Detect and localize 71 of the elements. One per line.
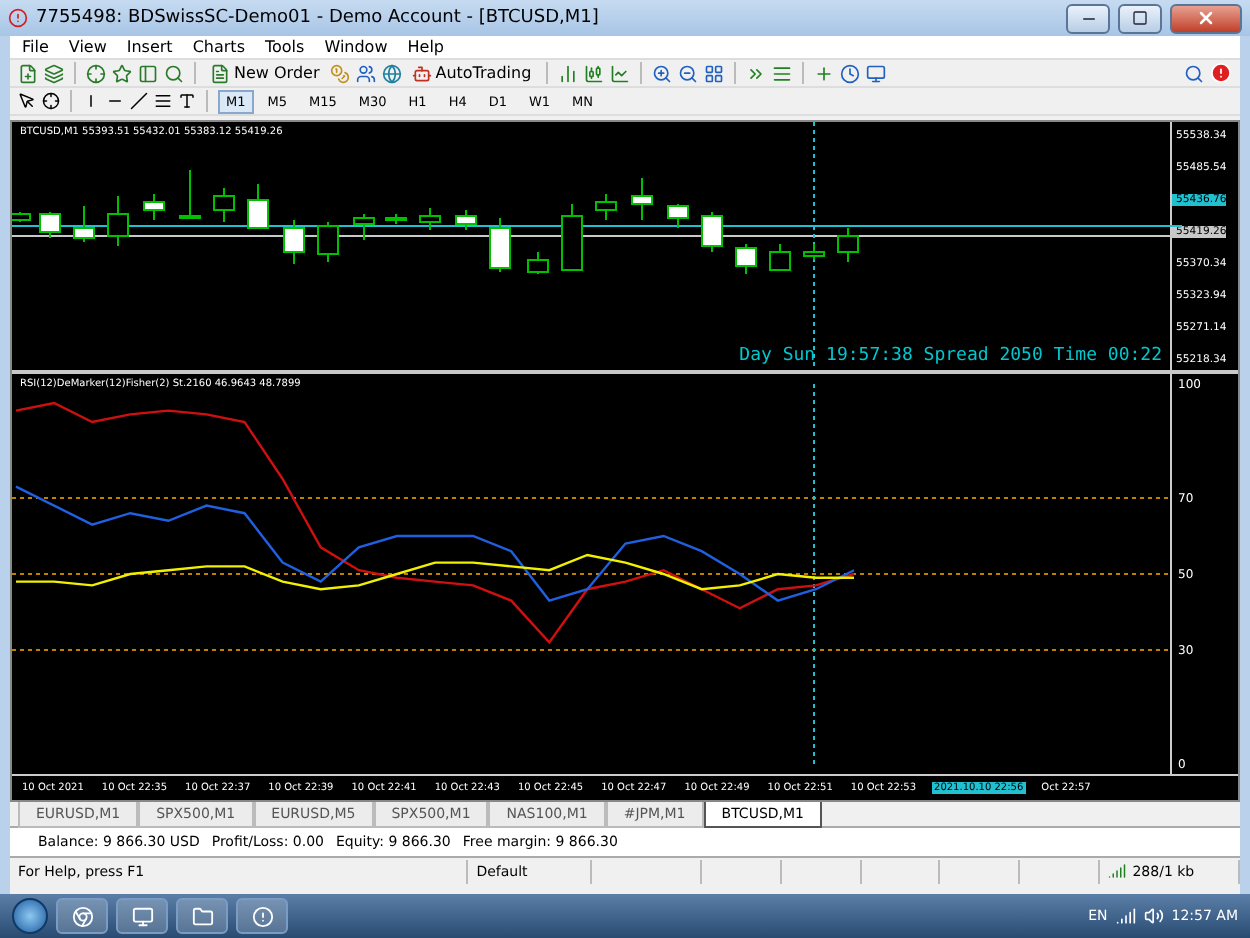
menu-item[interactable]: Insert (126, 38, 173, 56)
line-chart-icon[interactable] (609, 63, 630, 83)
menu-item[interactable]: Help (407, 38, 444, 56)
star-icon[interactable] (112, 63, 132, 83)
text-icon[interactable] (178, 92, 196, 110)
candle (631, 177, 653, 221)
candle (667, 203, 689, 229)
candle (489, 217, 511, 273)
menu-item[interactable]: Charts (192, 38, 245, 56)
search-icon[interactable] (164, 63, 184, 83)
candle (213, 187, 235, 223)
candle (735, 243, 757, 275)
close-icon (1196, 8, 1216, 28)
robot-icon (411, 63, 432, 83)
candle (527, 251, 549, 275)
trend-line-icon[interactable] (130, 92, 148, 110)
candle (317, 221, 339, 263)
menu-item[interactable]: Window (324, 38, 388, 56)
folder-icon (191, 905, 213, 927)
window-title: 7755498: BDSwissSC-Demo01 - Demo Account - [BTCUSD,M1] (36, 8, 601, 28)
candle (283, 219, 305, 265)
taskbar-button[interactable] (176, 898, 228, 934)
menu-item[interactable]: View (68, 38, 107, 56)
candle (73, 205, 95, 243)
minimize-button[interactable] (1066, 3, 1110, 33)
candle (353, 213, 375, 241)
clock-icon[interactable] (839, 63, 860, 83)
speaker-icon[interactable] (1143, 906, 1164, 926)
maximize-button[interactable] (1118, 3, 1162, 33)
menu-item[interactable]: File (22, 38, 49, 56)
new-order-button[interactable]: New Order (206, 60, 324, 86)
search-icon[interactable] (1184, 63, 1204, 83)
new-chart-icon[interactable] (18, 63, 38, 83)
grid-icon[interactable] (703, 63, 724, 83)
maximize-icon (1132, 10, 1148, 26)
candle (107, 195, 129, 247)
auto-trading-button[interactable]: AutoTrading (407, 60, 536, 86)
taskbar-button[interactable] (116, 898, 168, 934)
taskbar-button[interactable] (236, 898, 288, 934)
candle (143, 193, 165, 221)
candle (179, 169, 201, 219)
coins-icon[interactable] (329, 63, 350, 83)
people-icon[interactable] (355, 63, 376, 83)
candle (837, 227, 859, 263)
network-icon[interactable] (1115, 906, 1136, 926)
panel-icon[interactable] (138, 63, 158, 83)
document-icon (210, 63, 230, 83)
connection-icon (1108, 862, 1127, 880)
taskbar-button[interactable] (56, 898, 108, 934)
browser-icon (71, 905, 93, 927)
menu-item[interactable]: Tools (264, 38, 305, 56)
crosshair-icon[interactable] (42, 92, 60, 110)
candle (39, 211, 61, 239)
cursor-icon[interactable] (18, 92, 36, 110)
candle (595, 193, 617, 221)
bar-chart-icon[interactable] (557, 63, 578, 83)
candle (419, 207, 441, 231)
candlestick-icon[interactable] (583, 63, 604, 83)
close-button[interactable] (1170, 3, 1242, 33)
start-button[interactable] (12, 898, 48, 934)
zoom-in-icon[interactable] (651, 63, 672, 83)
profiles-icon[interactable] (44, 63, 64, 83)
globe-icon[interactable] (381, 63, 402, 83)
candle (247, 183, 269, 229)
candle (803, 243, 825, 261)
alert-icon[interactable] (1210, 62, 1232, 84)
chart-info-text: Day Sun 19:57:38 Spread 2050 Time 00:22 (739, 346, 1162, 366)
candle (769, 243, 791, 271)
zoom-out-icon[interactable] (677, 63, 698, 83)
candle (701, 211, 723, 253)
candle (561, 203, 583, 271)
